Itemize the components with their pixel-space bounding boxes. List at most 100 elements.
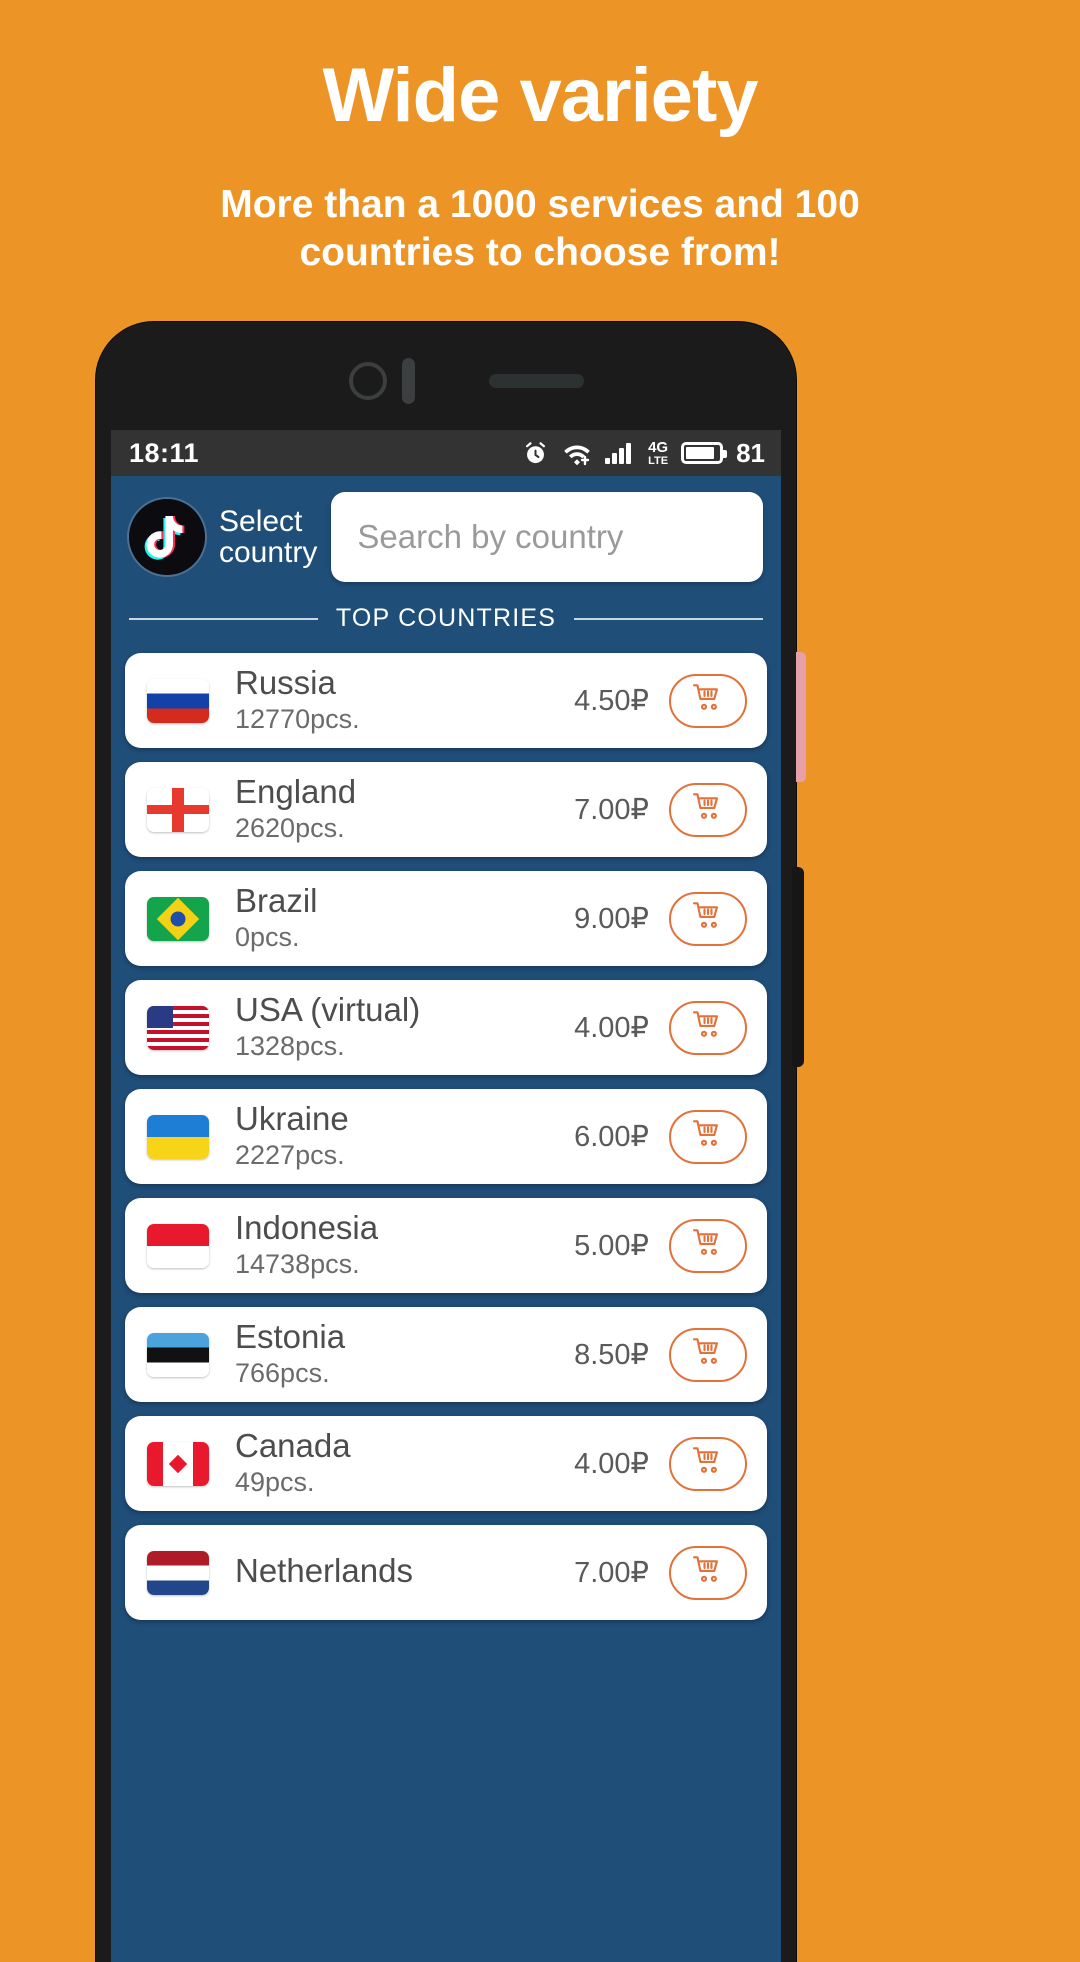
flag-indonesia-icon [147,1223,209,1268]
flag-estonia-icon [147,1332,209,1377]
front-camera-icon [349,362,387,400]
add-to-cart-button[interactable] [669,673,747,728]
flag-canada-icon [147,1441,209,1486]
phone-mockup: 18:11 4G LTE 81 Select country Search by… [96,322,806,1962]
cart-icon [690,1336,726,1373]
add-to-cart-button[interactable] [669,891,747,946]
status-time: 18:11 [129,437,200,468]
top-countries-divider: TOP COUNTRIES [111,596,781,639]
phone-notch [96,322,796,430]
promo-subtitle: More than a 1000 services and 100 countr… [220,183,860,274]
country-quantity: 14738pcs. [235,1248,360,1279]
sensor-bar-icon [402,358,415,404]
country-info: Russia 12770pcs. [235,666,574,735]
country-quantity: 1328pcs. [235,1030,345,1061]
country-price: 4.00₽ [574,1448,649,1480]
flag-netherlands-icon [147,1550,209,1595]
table-row[interactable]: USA (virtual) 1328pcs. 4.00₽ [125,980,767,1075]
cart-icon [690,1227,726,1264]
country-quantity: 766pcs. [235,1357,330,1388]
country-quantity: 2227pcs. [235,1139,345,1170]
add-to-cart-button[interactable] [669,1109,747,1164]
country-price: 6.00₽ [574,1121,649,1153]
table-row[interactable]: Estonia 766pcs. 8.50₽ [125,1307,767,1402]
table-row[interactable]: Canada 49pcs. 4.00₽ [125,1416,767,1511]
country-info: Netherlands [235,1551,574,1592]
phone-power-button [792,867,804,1067]
cart-icon [690,682,726,719]
country-price: 8.50₽ [574,1339,649,1371]
cart-icon [690,1118,726,1155]
country-info: Ukraine 2227pcs. [235,1102,574,1171]
table-row[interactable]: Netherlands 7.00₽ [125,1525,767,1620]
country-price: 9.00₽ [574,903,649,935]
country-info: Brazil 0pcs. [235,884,574,953]
country-name: USA (virtual) [235,991,421,1029]
flag-russia-icon [147,678,209,723]
app-bar: Select country Search by country [111,476,781,596]
table-row[interactable]: England 2620pcs. 7.00₽ [125,762,767,857]
country-name: Russia [235,664,336,702]
country-name: Indonesia [235,1209,379,1247]
country-info: England 2620pcs. [235,775,574,844]
country-price: 4.50₽ [574,685,649,717]
add-to-cart-button[interactable] [669,782,747,837]
country-name: Estonia [235,1318,346,1356]
country-quantity: 2620pcs. [235,812,345,843]
flag-england-icon [147,787,209,832]
table-row[interactable]: Indonesia 14738pcs. 5.00₽ [125,1198,767,1293]
divider-line-left [129,617,318,620]
cart-icon [690,900,726,937]
divider-line-right [574,617,764,620]
cart-icon [690,1445,726,1482]
country-name: Netherlands [235,1551,413,1589]
wifi-icon [562,440,592,466]
search-input[interactable]: Search by country [331,492,763,582]
status-bar: 18:11 4G LTE 81 [111,430,781,476]
country-name: England [235,773,357,811]
promo-header: Wide variety More than a 1000 services a… [0,0,1080,277]
country-quantity: 49pcs. [235,1466,315,1497]
country-price: 7.00₽ [574,794,649,826]
country-quantity: 0pcs. [235,921,300,952]
tiktok-logo-icon[interactable] [129,499,205,575]
country-info: Estonia 766pcs. [235,1320,574,1389]
select-country-label: Select country [219,504,318,569]
country-list[interactable]: Russia 12770pcs. 4.50₽ England 2620pcs. 7.00₽… [111,639,781,1620]
add-to-cart-button[interactable] [669,1218,747,1273]
country-info: Canada 49pcs. [235,1429,574,1498]
table-row[interactable]: Russia 12770pcs. 4.50₽ [125,653,767,748]
country-name: Ukraine [235,1100,349,1138]
phone-screen: 18:11 4G LTE 81 Select country Search by… [111,430,781,1962]
search-placeholder: Search by country [357,518,624,555]
add-to-cart-button[interactable] [669,1545,747,1600]
country-price: 7.00₽ [574,1557,649,1589]
cart-icon [690,1009,726,1046]
section-label: TOP COUNTRIES [335,604,557,632]
add-to-cart-button[interactable] [669,1000,747,1055]
alarm-icon [522,440,549,467]
cart-icon [690,791,726,828]
flag-ukraine-icon [147,1114,209,1159]
add-to-cart-button[interactable] [669,1436,747,1491]
country-info: Indonesia 14738pcs. [235,1211,574,1280]
country-price: 4.00₽ [574,1012,649,1044]
country-name: Canada [235,1427,351,1465]
page-title: Wide variety [322,53,758,138]
country-quantity: 12770pcs. [235,703,360,734]
add-to-cart-button[interactable] [669,1327,747,1382]
signal-icon [605,441,635,465]
country-price: 5.00₽ [574,1230,649,1262]
earpiece-speaker [489,374,584,388]
table-row[interactable]: Brazil 0pcs. 9.00₽ [125,871,767,966]
lte-badge: 4G LTE [648,438,669,467]
battery-icon [681,442,728,464]
flag-usa-icon [147,1005,209,1050]
phone-edge-accent [796,652,806,782]
cart-icon [690,1554,726,1591]
battery-percent: 81 [736,437,765,468]
table-row[interactable]: Ukraine 2227pcs. 6.00₽ [125,1089,767,1184]
flag-brazil-icon [147,896,209,941]
country-info: USA (virtual) 1328pcs. [235,993,574,1062]
country-name: Brazil [235,882,318,920]
